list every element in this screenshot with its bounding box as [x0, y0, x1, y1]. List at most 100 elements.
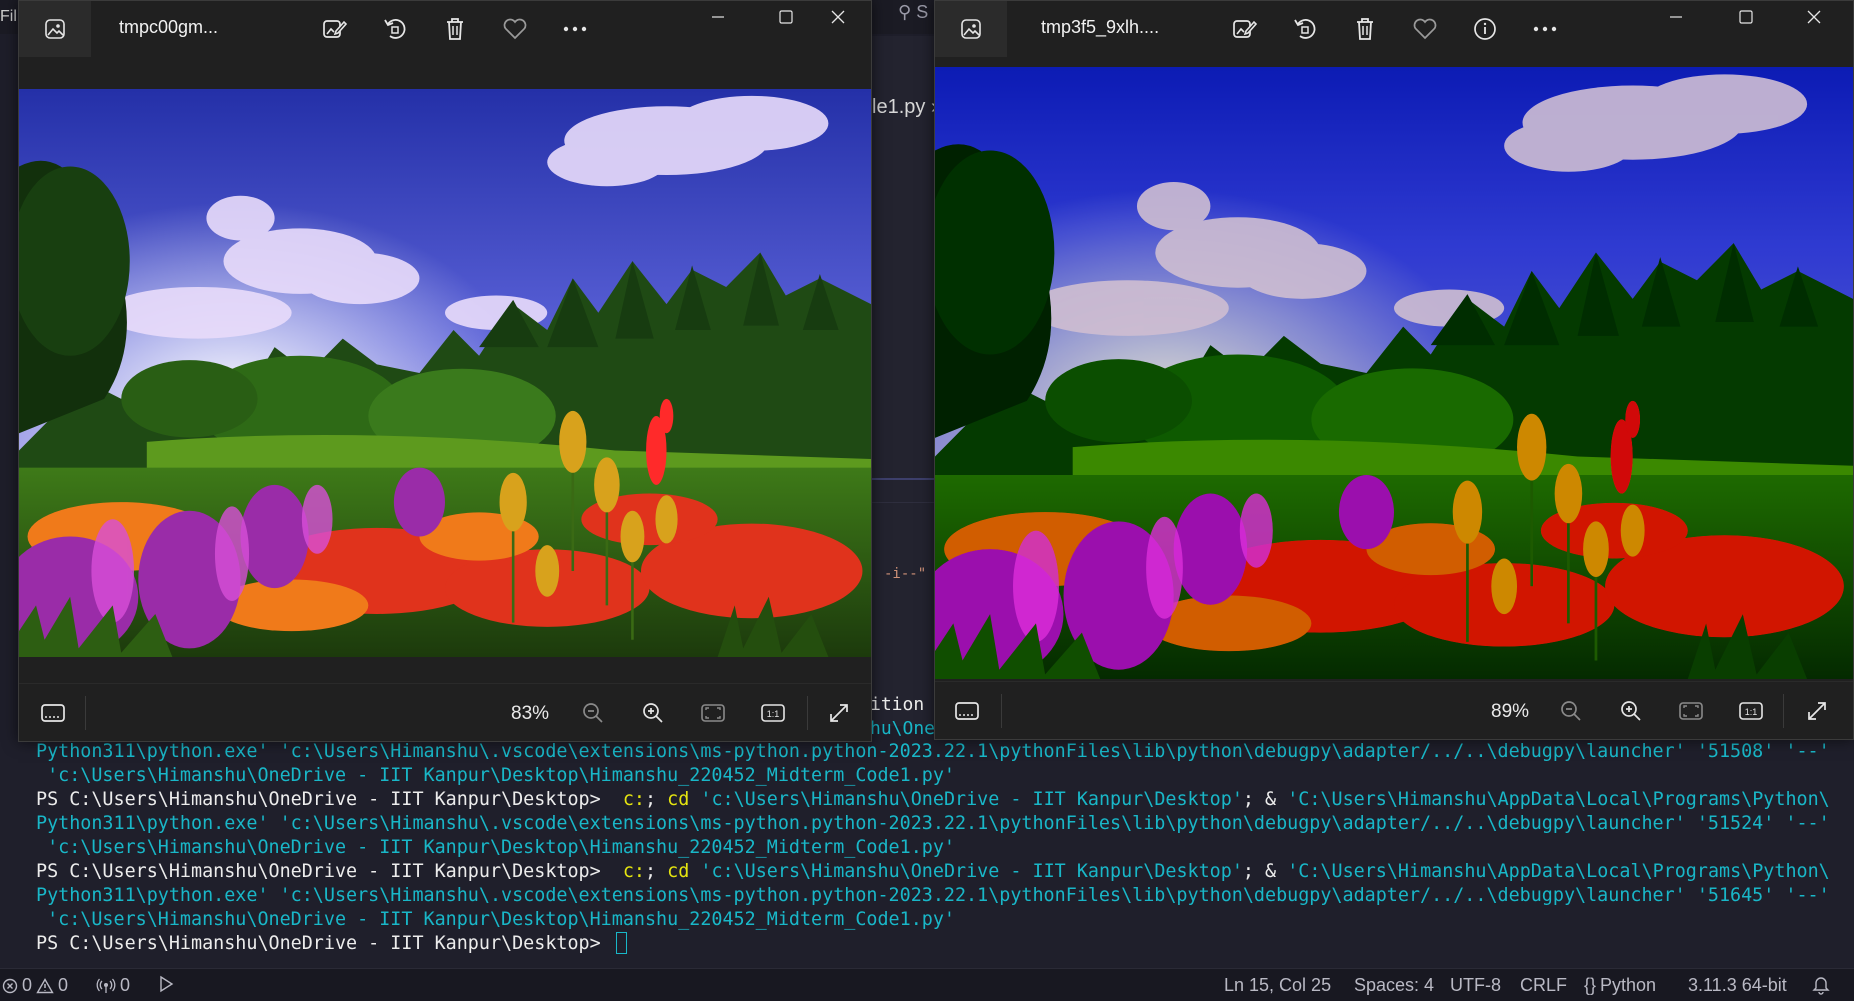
close-button[interactable] — [805, 1, 871, 33]
photos-app-icon — [45, 19, 65, 39]
zoom-in-button[interactable] — [1615, 695, 1647, 727]
ports-count: 0 — [120, 975, 131, 995]
viewer-bottom-toolbar: 89% 1:1 — [935, 681, 1853, 739]
file-info-button[interactable] — [1469, 13, 1501, 45]
terminal-text-segment: ; — [644, 861, 668, 882]
photos-app-icon — [961, 19, 981, 39]
actual-size-button[interactable]: 1:1 — [1735, 695, 1767, 727]
vscode-panel-text-fragment: ition — [870, 694, 925, 715]
more-options-button[interactable] — [559, 13, 591, 45]
toolbar-divider — [85, 696, 86, 730]
broadcast-icon — [96, 978, 116, 993]
terminal-line: PS C:\Users\Himanshu\OneDrive - IIT Kanp… — [0, 860, 1854, 884]
python-interpreter[interactable]: 3.11.3 64-bit — [1688, 975, 1787, 996]
delete-icon — [447, 18, 463, 40]
terminal-text-segment: c: — [622, 861, 645, 882]
toolbar-divider — [1783, 694, 1784, 728]
expand-icon — [1808, 702, 1826, 720]
maximize-button[interactable] — [1713, 1, 1779, 33]
favorite-button[interactable] — [499, 13, 531, 45]
photo-display[interactable] — [19, 89, 871, 657]
zoom-in-button[interactable] — [637, 697, 669, 729]
file-encoding[interactable]: UTF-8 — [1450, 975, 1501, 996]
close-button[interactable] — [1781, 1, 1847, 33]
actual-size-button[interactable]: 1:1 — [757, 697, 789, 729]
edit-image-icon — [323, 20, 348, 38]
terminal-text-segment: 'c:\Users\Himanshu\OneDrive - IIT Kanpur… — [36, 765, 955, 786]
actual-size-icon: 1:1 — [761, 704, 785, 722]
vscode-search-fragment[interactable]: ⚲ S — [898, 2, 928, 23]
full-screen-button[interactable] — [1801, 695, 1833, 727]
zoom-level[interactable]: 83% — [511, 703, 549, 725]
terminal-text-segment: 'c:\Users\Himanshu\OneDrive - IIT Kanpur… — [689, 861, 1243, 882]
line-ending[interactable]: CRLF — [1520, 975, 1567, 996]
viewer-bottom-toolbar: 83% 1:1 — [19, 683, 871, 741]
more-options-button[interactable] — [1529, 13, 1561, 45]
info-icon — [1474, 18, 1496, 40]
terminal-text-segment: c: — [622, 789, 645, 810]
terminal-line: 'c:\Users\Himanshu\OneDrive - IIT Kanpur… — [0, 908, 1854, 932]
terminal-line: Python311\python.exe' 'c:\Users\Himanshu… — [0, 812, 1854, 836]
svg-text:1:1: 1:1 — [767, 709, 780, 719]
fit-to-window-button[interactable] — [697, 697, 729, 729]
photo-display[interactable] — [935, 67, 1853, 679]
zoom-level[interactable]: 89% — [1491, 701, 1529, 723]
vscode-code-fragment: -i--" — [884, 566, 927, 582]
zoom-out-button[interactable] — [1555, 695, 1587, 727]
minimize-button[interactable] — [685, 1, 751, 33]
zoom-out-icon — [583, 703, 603, 723]
filmstrip-button[interactable] — [951, 695, 983, 727]
expand-icon — [830, 704, 848, 722]
landscape-photo — [19, 89, 871, 657]
photo-viewer-window-left[interactable]: tmpc00gm... 83% 1:1 — [18, 0, 872, 742]
rotate-button[interactable] — [379, 13, 411, 45]
delete-button[interactable] — [1349, 13, 1381, 45]
more-icon — [563, 26, 587, 32]
notifications-button[interactable] — [1812, 975, 1830, 995]
filmstrip-button[interactable] — [37, 697, 69, 729]
file-name: tmp3f5_9xlh.... — [1041, 17, 1160, 37]
actual-size-icon: 1:1 — [1739, 702, 1763, 720]
bell-icon — [1812, 977, 1830, 995]
minimize-icon — [1670, 16, 1682, 18]
terminal-line: 'c:\Users\Himanshu\OneDrive - IIT Kanpur… — [0, 836, 1854, 860]
full-screen-button[interactable] — [823, 697, 855, 729]
edit-image-button[interactable] — [319, 13, 351, 45]
favorite-button[interactable] — [1409, 13, 1441, 45]
search-icon: ⚲ — [898, 2, 912, 22]
problems-indicator[interactable]: 0 0 — [2, 975, 68, 996]
photos-app-button[interactable] — [19, 1, 91, 57]
photo-viewer-window-right[interactable]: tmp3f5_9xlh.... 89% 1:1 — [934, 0, 1854, 740]
terminal-text-segment: PS C:\Users\Himanshu\OneDrive - IIT Kanp… — [36, 861, 623, 882]
vscode-breadcrumb-fragment[interactable]: le1.py › — [872, 96, 938, 119]
fit-to-window-icon — [701, 704, 725, 722]
rotate-icon — [1294, 19, 1316, 39]
terminal-text-segment: Python311\python.exe' 'c:\Users\Himanshu… — [36, 741, 1830, 762]
vscode-menu-fragment[interactable]: Fil — [0, 8, 17, 26]
status-bar: 0 0 0 Ln 15, Col 25 Spaces: 4 UTF-8 CRLF… — [0, 968, 1854, 1001]
language-mode[interactable]: {} Python — [1584, 975, 1656, 996]
viewer-title-bar: tmp3f5_9xlh.... — [935, 1, 1853, 57]
minimize-button[interactable] — [1643, 1, 1709, 33]
delete-button[interactable] — [439, 13, 471, 45]
zoom-out-button[interactable] — [577, 697, 609, 729]
terminal-panel[interactable]: Python311\python.exe' 'c:\Users\Himanshu… — [0, 740, 1854, 968]
warning-icon — [36, 977, 54, 993]
terminal-text-segment: 'C:\Users\Himanshu\AppData\Local\Program… — [1287, 861, 1830, 882]
terminal-text-segment: ; & — [1242, 861, 1288, 882]
ports-indicator[interactable]: 0 — [96, 975, 130, 996]
indentation[interactable]: Spaces: 4 — [1354, 975, 1434, 996]
error-icon — [2, 978, 18, 993]
cursor-position[interactable]: Ln 15, Col 25 — [1224, 975, 1331, 996]
terminal-text-segment: cd — [667, 789, 690, 810]
edit-image-button[interactable] — [1229, 13, 1261, 45]
viewer-title-bar: tmpc00gm... — [19, 1, 871, 57]
run-debug-button[interactable] — [156, 975, 176, 993]
fit-to-window-button[interactable] — [1675, 695, 1707, 727]
rotate-button[interactable] — [1289, 13, 1321, 45]
photos-app-button[interactable] — [935, 1, 1007, 57]
file-name: tmpc00gm... — [119, 17, 219, 37]
terminal-text-segment: Python311\python.exe' 'c:\Users\Himanshu… — [36, 813, 1830, 834]
terminal-text-segment: PS C:\Users\Himanshu\OneDrive - IIT Kanp… — [36, 789, 623, 810]
rotate-icon — [384, 19, 406, 39]
